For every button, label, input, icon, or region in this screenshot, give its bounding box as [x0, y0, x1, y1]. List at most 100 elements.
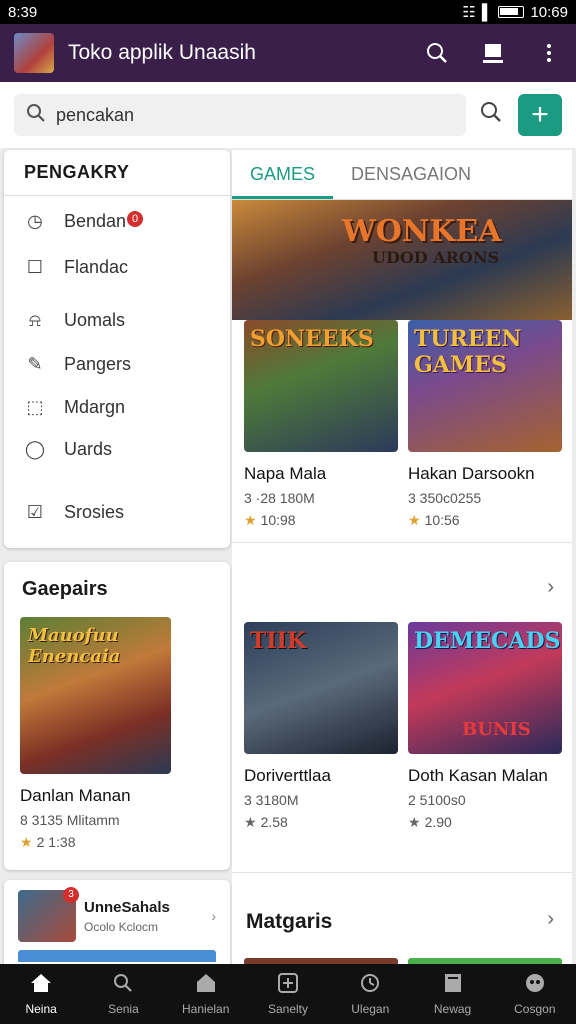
status-bar: 8:39 ☷ ▌ 10:69 — [0, 0, 576, 24]
notification-badge: 0 — [127, 210, 144, 227]
plus-box-icon — [277, 972, 298, 997]
game-rating: ★ 2.90 — [408, 814, 452, 830]
tab-densagaion[interactable]: DENSAGAION — [333, 150, 489, 199]
nav-item-senia[interactable]: Senia — [82, 964, 164, 1024]
game-rating: ★ 2.58 — [244, 814, 288, 830]
add-button[interactable]: + — [518, 94, 562, 136]
game-title: Doriverttlaa — [244, 766, 331, 785]
thumbnail-subtext: BUNIS — [462, 719, 531, 740]
game-rating: ★ 2 1:38 — [20, 834, 76, 850]
nav-item-sanelty[interactable]: Sanelty — [247, 964, 329, 1024]
thumbnail-text: Mauofuu Enencaia — [28, 625, 121, 667]
sidebar-item-uards[interactable]: ◯ Uards — [4, 428, 230, 470]
game-card[interactable]: DEMECADS BUNIS Doth Kasan Malan 2 5100s0… — [408, 622, 562, 831]
chevron-right-icon[interactable]: › — [547, 908, 554, 931]
thumbnail-text: TIIK — [250, 628, 307, 654]
game-card[interactable]: TIIK Doriverttlaa 3 3180M ★ 2.58 — [244, 622, 398, 831]
search-row: + — [0, 82, 576, 148]
sidebar-item-srosies[interactable]: ☑ Srosies — [4, 490, 230, 534]
app-avatar[interactable] — [14, 33, 54, 73]
sidebar-item-label: Srosies — [64, 501, 125, 522]
status-icons: ☷ ▌ 10:69 — [462, 3, 568, 22]
game-thumbnail[interactable]: TUREEN GAMES — [408, 320, 562, 452]
sidebar-item-label: Uomals — [64, 309, 126, 330]
search-icon[interactable] — [424, 42, 450, 64]
sidebar-item-uomals[interactable]: ⍾ Uomals — [4, 298, 230, 342]
nav-item-neina[interactable]: Neina — [0, 964, 82, 1024]
nav-item-hanielan[interactable]: Hanielan — [165, 964, 247, 1024]
game-title: Danlan Manan — [20, 786, 131, 805]
game-thumbnail[interactable]: Mauofuu Enencaia — [20, 617, 171, 774]
game-meta: 2 5100s0 — [408, 792, 466, 808]
star-icon: ★ — [408, 814, 421, 830]
mini-thumbnail: 3 — [18, 887, 79, 942]
game-thumbnail[interactable]: TIIK — [244, 622, 398, 754]
controller-icon — [524, 973, 546, 997]
banner-subtitle: UDOD ARONS — [372, 248, 500, 267]
divider — [232, 872, 572, 873]
game-thumbnail[interactable]: SONEEKS — [244, 320, 398, 452]
thumbnail-text: DEMECADS — [414, 628, 561, 654]
tab-bar: GAMES DENSAGAION — [232, 150, 572, 200]
nav-label: Newag — [433, 1001, 472, 1016]
game-meta: 3 350c0255 — [408, 490, 482, 506]
sidebar-panel: PENGAKRY ◷ Bendan 0 ☐ Flandac ⍾ Uomals ✎ … — [4, 150, 230, 548]
game-rating: ★ 10:56 — [408, 512, 460, 528]
notification-badge: 3 — [63, 887, 79, 903]
sidebar-item-label: Pangers — [64, 353, 132, 374]
sidebar-header: PENGAKRY — [4, 150, 230, 196]
game-card[interactable]: TUREEN GAMES Hakan Darsookn 3 350c0255 ★… — [408, 320, 562, 529]
thumbnail-text: TUREEN GAMES — [414, 326, 522, 378]
search-button-icon[interactable] — [480, 101, 504, 129]
thumbnail-text: SONEEKS — [250, 326, 374, 352]
game-title: Napa Mala — [244, 464, 327, 483]
nav-label: Senia — [108, 1001, 139, 1016]
house-icon — [196, 973, 216, 997]
app-bar: Toko applik Unaasih — [0, 24, 576, 82]
status-right-time: 10:69 — [530, 3, 568, 21]
star-icon: ★ — [244, 512, 257, 528]
sidebar-item-mdargn[interactable]: ⬚ Mdargn — [4, 386, 230, 428]
library-icon[interactable] — [480, 42, 506, 64]
chevron-icon[interactable]: › — [211, 908, 216, 924]
chevron-right-icon[interactable]: › — [547, 576, 554, 599]
wifi-icon: ☷ — [462, 4, 476, 21]
game-meta: 8 3135 Mlitamm — [20, 812, 120, 828]
status-time: 8:39 — [8, 3, 38, 21]
nav-label: Ulegan — [351, 1001, 390, 1016]
search-icon — [26, 103, 46, 128]
sidebar-item-label: Uards — [64, 438, 113, 459]
bookmark-icon: ☐ — [26, 256, 44, 277]
tab-games[interactable]: GAMES — [232, 150, 334, 199]
mini-title: UnneSahals — [84, 898, 170, 916]
check-icon: ☑ — [26, 501, 44, 522]
banner-title: WONKEA — [342, 214, 502, 249]
section-title: Matgaris — [246, 910, 333, 933]
mini-card[interactable]: 3 UnneSahals Ocolo Kclocm › — [4, 880, 230, 970]
game-card[interactable]: SONEEKS Napa Mala 3 ·28 180M ★ 10:98 — [244, 320, 398, 529]
game-rating: ★ 10:98 — [244, 512, 296, 528]
game-thumbnail[interactable]: DEMECADS BUNIS — [408, 622, 562, 754]
puzzle-icon: ⬚ — [26, 396, 44, 417]
game-card[interactable]: Mauofuu Enencaia Danlan Manan 8 3135 Mli… — [20, 617, 216, 851]
main-panel: GAMES DENSAGAION WONKEA UDOD ARONS SONEE… — [232, 150, 572, 970]
plus-icon: + — [531, 98, 549, 131]
star-icon: ★ — [244, 814, 257, 830]
game-title: Hakan Darsookn — [408, 464, 535, 483]
sidebar-item-flandac[interactable]: ☐ Flandac — [4, 244, 230, 290]
signal-icon: ▌ — [481, 3, 493, 21]
sidebar-item-pangers[interactable]: ✎ Pangers — [4, 342, 230, 386]
nav-item-cosgon[interactable]: Cosgon — [494, 964, 576, 1024]
news-icon — [443, 973, 463, 997]
clock-icon — [360, 973, 380, 997]
clock-icon: ◷ — [27, 210, 43, 231]
search-input[interactable] — [56, 104, 436, 126]
section-title: Gaepairs — [22, 578, 108, 600]
nav-item-ulegan[interactable]: Ulegan — [329, 964, 411, 1024]
nav-item-newag[interactable]: Newag — [411, 964, 493, 1024]
search-box[interactable] — [14, 94, 466, 136]
more-vert-icon[interactable] — [536, 43, 562, 63]
nav-label: Neina — [25, 1001, 57, 1016]
featured-banner[interactable]: WONKEA UDOD ARONS — [232, 200, 572, 320]
sidebar-item-bendan[interactable]: ◷ Bendan 0 — [4, 198, 230, 244]
